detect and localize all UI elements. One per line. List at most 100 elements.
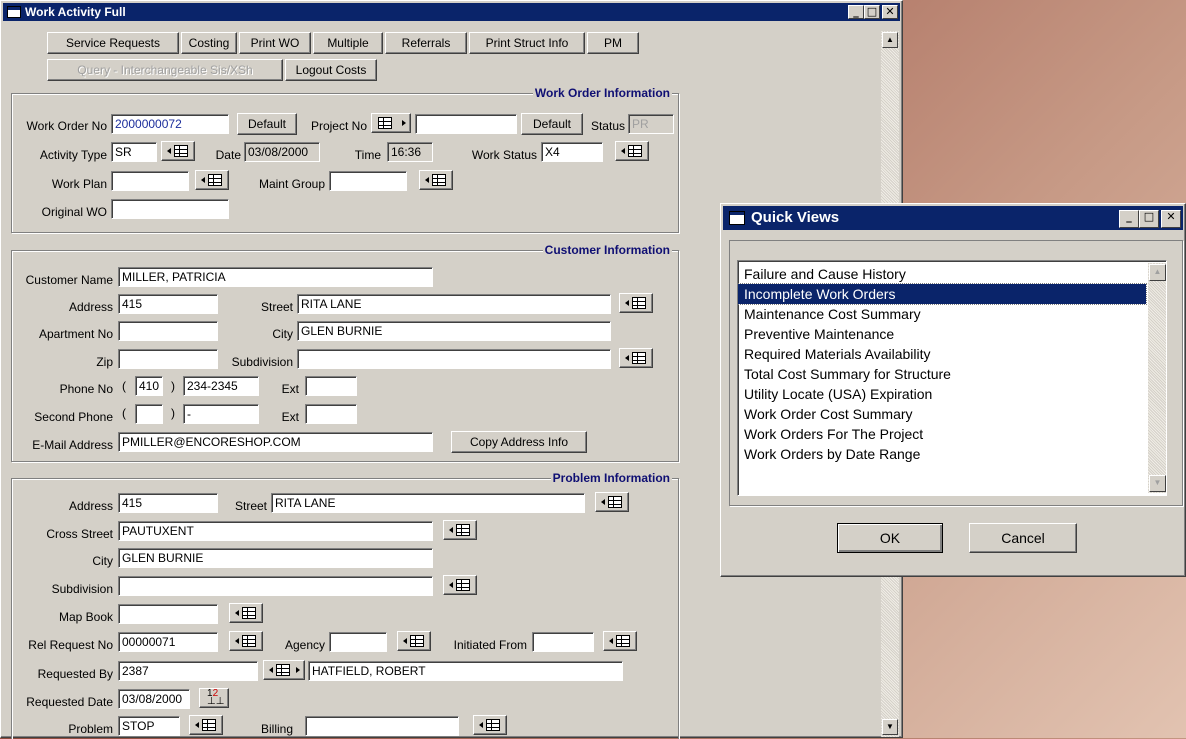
minimize-button[interactable]: _ (1119, 210, 1139, 228)
project-lookup-button[interactable] (371, 113, 411, 133)
cross-street-field[interactable]: PAUTUXENT (118, 521, 433, 541)
calendar-button[interactable]: 12 ⊥⊥ (199, 688, 229, 708)
quick-view-item[interactable]: Incomplete Work Orders (737, 283, 1147, 305)
maint-group-lookup[interactable] (419, 170, 453, 190)
print-struct-info-button[interactable]: Print Struct Info (469, 32, 585, 54)
referrals-button[interactable]: Referrals (385, 32, 467, 54)
status-label: Status (590, 119, 625, 133)
second-phone-number-field[interactable]: - (183, 404, 259, 424)
dialog-title-bar[interactable]: Quick Views _ □ ✕ (723, 206, 1183, 230)
billing-field[interactable] (305, 716, 459, 736)
quick-view-item[interactable]: Required Materials Availability (738, 344, 1146, 364)
logout-costs-button[interactable]: Logout Costs (285, 59, 377, 81)
agency-lookup[interactable] (397, 631, 431, 651)
quick-view-item[interactable]: Work Orders For The Project (738, 424, 1146, 444)
customer-subdivision-lookup[interactable] (619, 348, 653, 368)
quick-views-list[interactable]: Failure and Cause History Incomplete Work… (737, 260, 1167, 496)
customer-street-field[interactable]: RITA LANE (297, 294, 611, 314)
table-icon (242, 635, 256, 647)
zip-field[interactable] (118, 349, 218, 369)
quick-view-item[interactable]: Work Orders by Date Range (738, 444, 1146, 464)
problem-address-field[interactable]: 415 (118, 493, 218, 513)
customer-name-field[interactable]: MILLER, PATRICIA (118, 267, 433, 287)
default-project-button[interactable]: Default (521, 113, 583, 135)
query-interchangeable-button[interactable]: Query - Interchangeable Sis/XSh (47, 59, 283, 81)
problem-city-field[interactable]: GLEN BURNIE (118, 548, 433, 568)
cross-street-lookup[interactable] (443, 520, 477, 540)
customer-subdivision-field[interactable] (297, 349, 611, 369)
problem-street-field[interactable]: RITA LANE (271, 493, 585, 513)
close-button[interactable]: ✕ (1161, 210, 1181, 228)
customer-street-lookup[interactable] (619, 293, 653, 313)
cancel-button[interactable]: Cancel (969, 523, 1077, 553)
close-button[interactable]: ✕ (882, 5, 898, 19)
quick-view-item[interactable]: Utility Locate (USA) Expiration (738, 384, 1146, 404)
default-button[interactable]: Default (237, 113, 297, 135)
problem-code-field[interactable]: STOP (118, 716, 180, 736)
work-status-lookup[interactable] (615, 141, 649, 161)
list-scroll-up-button[interactable]: ▲ (1149, 264, 1166, 281)
phone-paren-open: ( (122, 379, 126, 393)
problem-subdivision-field[interactable] (118, 576, 433, 596)
ext-field[interactable] (305, 376, 357, 396)
map-book-field[interactable] (118, 604, 218, 624)
activity-type-lookup[interactable] (161, 141, 195, 161)
activity-type-field[interactable]: SR (111, 142, 157, 162)
scroll-down-button[interactable]: ▼ (882, 719, 898, 735)
title-bar[interactable]: Work Activity Full _ □ ✕ (3, 3, 900, 21)
customer-city-field[interactable]: GLEN BURNIE (297, 321, 611, 341)
quick-view-item[interactable]: Work Order Cost Summary (738, 404, 1146, 424)
ext2-field[interactable] (305, 404, 357, 424)
email-field[interactable]: PMILLER@ENCORESHOP.COM (118, 432, 433, 452)
quick-views-items: Failure and Cause History Incomplete Work… (737, 261, 1147, 464)
problem-code-lookup[interactable] (189, 715, 223, 735)
copy-address-info-button[interactable]: Copy Address Info (451, 431, 587, 453)
list-scroll-down-button[interactable]: ▼ (1149, 475, 1166, 492)
requested-by-field[interactable]: 2387 (118, 661, 258, 681)
costing-button[interactable]: Costing (181, 32, 237, 54)
work-status-field[interactable]: X4 (541, 142, 603, 162)
project-no-field[interactable] (415, 114, 517, 134)
minimize-button[interactable]: _ (848, 5, 864, 19)
maximize-button[interactable]: □ (1139, 210, 1159, 228)
map-book-label: Map Book (58, 610, 113, 624)
section-title: Customer Information (542, 243, 672, 257)
map-book-lookup[interactable] (229, 603, 263, 623)
maximize-button[interactable]: □ (864, 5, 880, 19)
second-phone-area-code-field[interactable] (135, 404, 163, 424)
multiple-button[interactable]: Multiple (313, 32, 383, 54)
original-wo-field[interactable] (111, 199, 229, 219)
phone-number-field[interactable]: 234-2345 (183, 376, 259, 396)
quick-view-item[interactable]: Maintenance Cost Summary (738, 304, 1146, 324)
requested-by-lookup[interactable] (263, 660, 305, 680)
table-icon (456, 524, 470, 536)
print-wo-button[interactable]: Print WO (239, 32, 311, 54)
problem-subdivision-lookup[interactable] (443, 575, 477, 595)
requested-date-field[interactable]: 03/08/2000 (118, 689, 190, 709)
initiated-from-lookup[interactable] (603, 631, 637, 651)
scroll-up-button[interactable]: ▲ (882, 32, 898, 48)
problem-street-lookup[interactable] (595, 492, 629, 512)
quick-views-scrollbar[interactable] (1148, 263, 1166, 493)
service-requests-button[interactable]: Service Requests (47, 32, 179, 54)
work-plan-lookup[interactable] (195, 170, 229, 190)
maint-group-field[interactable] (329, 171, 407, 191)
customer-address-field[interactable]: 415 (118, 294, 218, 314)
initiated-from-field[interactable] (532, 632, 594, 652)
billing-lookup[interactable] (473, 715, 507, 735)
ok-button[interactable]: OK (837, 523, 943, 553)
quick-view-item[interactable]: Failure and Cause History (738, 264, 1146, 284)
phone-area-code-field[interactable]: 410 (135, 376, 163, 396)
work-plan-field[interactable] (111, 171, 189, 191)
work-order-no-field[interactable]: 2000000072 (111, 114, 229, 134)
status-select[interactable]: PR (628, 114, 674, 134)
apartment-no-field[interactable] (118, 321, 218, 341)
quick-view-item[interactable]: Total Cost Summary for Structure (738, 364, 1146, 384)
original-wo-label: Original WO (41, 205, 107, 219)
rel-request-no-field[interactable]: 00000071 (118, 632, 218, 652)
agency-field[interactable] (329, 632, 387, 652)
rel-request-no-label: Rel Request No (28, 638, 113, 652)
quick-view-item[interactable]: Preventive Maintenance (738, 324, 1146, 344)
rel-request-lookup[interactable] (229, 631, 263, 651)
pm-button[interactable]: PM (587, 32, 639, 54)
